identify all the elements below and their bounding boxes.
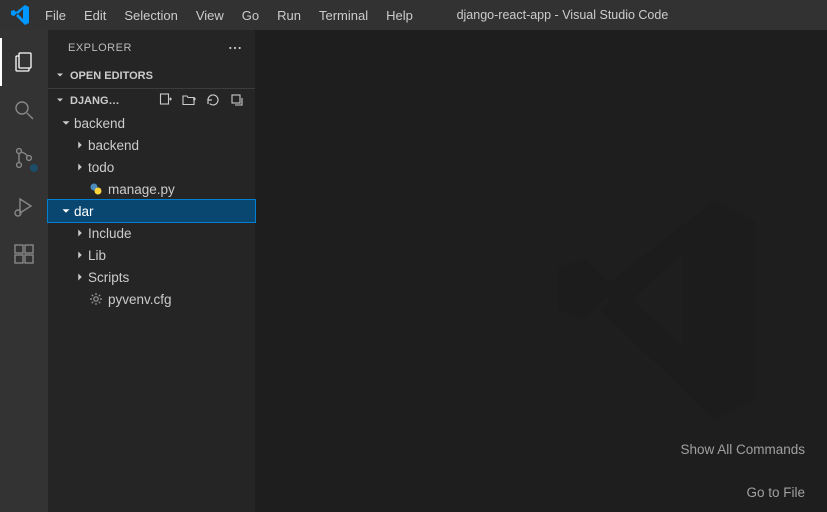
menu-help[interactable]: Help — [377, 4, 422, 27]
folder-row[interactable]: dar — [48, 200, 255, 222]
vscode-watermark-icon — [527, 180, 787, 443]
show-all-commands-hint: Show All Commands — [680, 442, 805, 457]
new-file-icon[interactable] — [157, 92, 173, 111]
folder-name: Include — [88, 226, 132, 241]
titlebar: File Edit Selection View Go Run Terminal… — [0, 0, 827, 30]
chevron-down-icon — [58, 204, 74, 218]
file-name: manage.py — [108, 182, 175, 197]
new-folder-icon[interactable] — [181, 92, 197, 111]
more-icon[interactable] — [227, 40, 243, 56]
project-section[interactable]: DJANG… — [48, 90, 255, 112]
folder-name: todo — [88, 160, 114, 175]
folder-row[interactable]: backend — [48, 134, 255, 156]
chevron-down-icon — [58, 116, 74, 130]
file-tree: backend backend todo manage.py dar Include Lib… — [48, 112, 255, 310]
scm-badge-icon — [29, 163, 39, 173]
menu-bar: File Edit Selection View Go Run Terminal… — [36, 4, 422, 27]
folder-row[interactable]: Lib — [48, 244, 255, 266]
source-control-tab-icon[interactable] — [0, 134, 48, 182]
folder-row[interactable]: Scripts — [48, 266, 255, 288]
refresh-icon[interactable] — [205, 92, 221, 111]
folder-name: Scripts — [88, 270, 129, 285]
chevron-right-icon — [72, 270, 88, 284]
editor-area: Show All Commands Go to File — [256, 30, 827, 512]
file-row[interactable]: pyvenv.cfg — [48, 288, 255, 310]
explorer-tab-icon[interactable] — [0, 38, 48, 86]
window-title: django-react-app - Visual Studio Code — [422, 8, 703, 22]
menu-file[interactable]: File — [36, 4, 75, 27]
menu-view[interactable]: View — [187, 4, 233, 27]
search-tab-icon[interactable] — [0, 86, 48, 134]
menu-go[interactable]: Go — [233, 4, 268, 27]
folder-row[interactable]: todo — [48, 156, 255, 178]
file-row[interactable]: manage.py — [48, 178, 255, 200]
open-editors-label: OPEN EDITORS — [70, 70, 153, 82]
explorer-sidebar: EXPLORER OPEN EDITORS DJANG… — [48, 30, 256, 512]
activity-bar — [0, 30, 48, 512]
folder-row[interactable]: backend — [48, 112, 255, 134]
menu-run[interactable]: Run — [268, 4, 310, 27]
menu-edit[interactable]: Edit — [75, 4, 115, 27]
chevron-right-icon — [72, 160, 88, 174]
chevron-right-icon — [72, 138, 88, 152]
project-label: DJANG… — [70, 95, 120, 107]
go-to-file-hint: Go to File — [680, 485, 805, 500]
gear-icon — [88, 291, 104, 307]
run-debug-tab-icon[interactable] — [0, 182, 48, 230]
folder-name: dar — [74, 204, 94, 219]
open-editors-section[interactable]: OPEN EDITORS — [48, 65, 255, 87]
chevron-right-icon — [72, 248, 88, 262]
chevron-down-icon — [54, 94, 66, 109]
folder-row[interactable]: Include — [48, 222, 255, 244]
extensions-tab-icon[interactable] — [0, 230, 48, 278]
collapse-all-icon[interactable] — [229, 92, 245, 111]
explorer-title: EXPLORER — [68, 42, 132, 54]
chevron-right-icon — [72, 226, 88, 240]
folder-name: Lib — [88, 248, 106, 263]
vscode-logo — [8, 3, 32, 27]
menu-selection[interactable]: Selection — [115, 4, 186, 27]
explorer-header: EXPLORER — [48, 30, 255, 65]
folder-name: backend — [88, 138, 139, 153]
chevron-down-icon — [54, 69, 66, 84]
python-icon — [88, 181, 104, 197]
folder-name: backend — [74, 116, 125, 131]
menu-terminal[interactable]: Terminal — [310, 4, 377, 27]
file-name: pyvenv.cfg — [108, 292, 172, 307]
welcome-hints: Show All Commands Go to File — [680, 442, 805, 500]
